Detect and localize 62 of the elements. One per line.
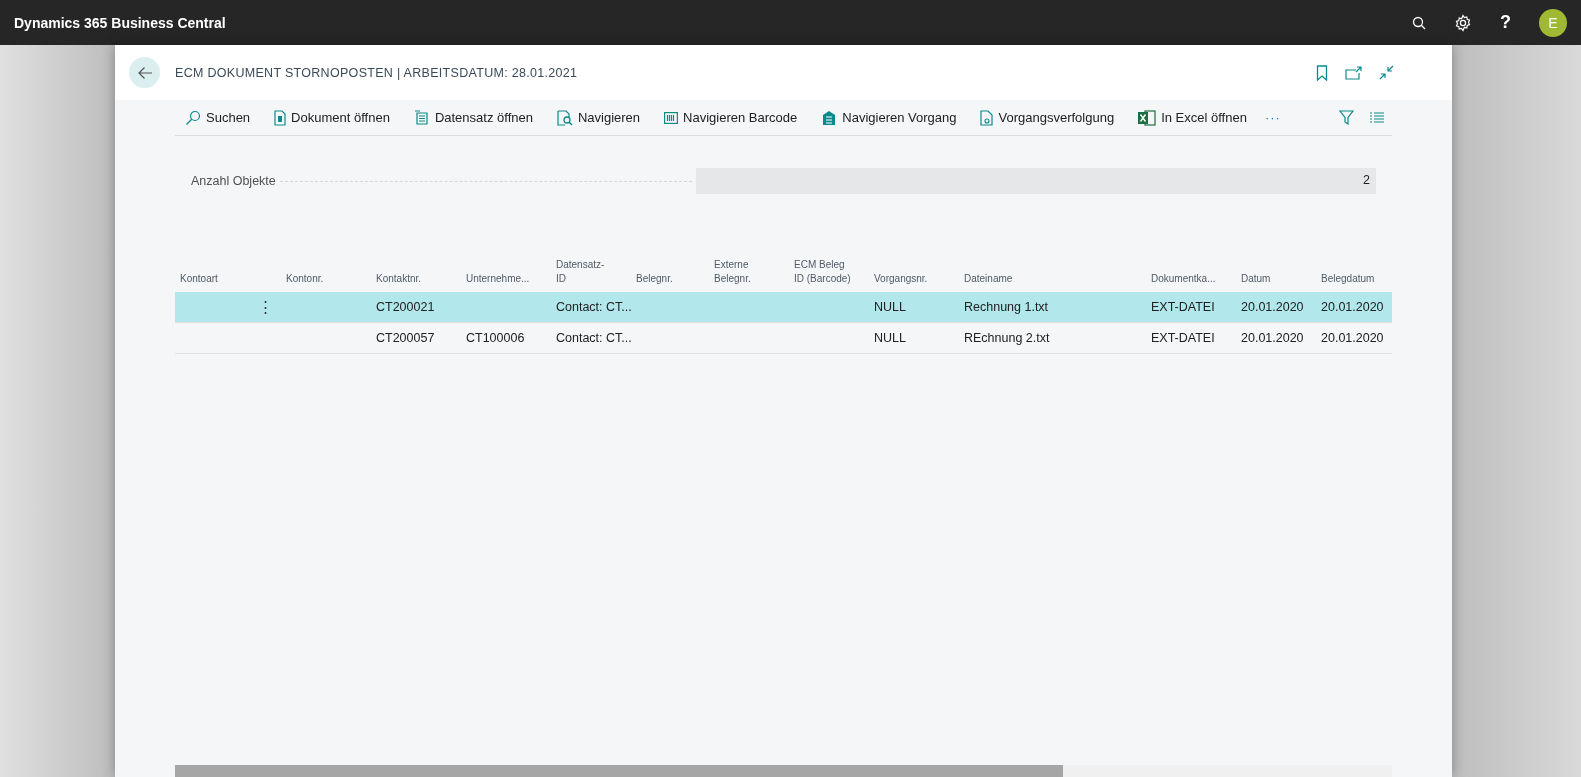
field-label: Anzahl Objekte bbox=[191, 174, 276, 188]
table-cell: REchnung 2.txt bbox=[964, 331, 1050, 345]
search-icon bbox=[185, 109, 201, 126]
document-search-icon bbox=[556, 109, 573, 126]
column-header[interactable]: Unternehme... bbox=[461, 272, 551, 286]
table-cell: Rechnung 1.txt bbox=[964, 300, 1049, 314]
table-cell: Contact: CT... bbox=[556, 300, 632, 314]
action-button[interactable]: Suchen bbox=[175, 109, 251, 126]
page-title: ECM DOKUMENT STORNOPOSTEN | ARBEITSDATUM: 28.01.2021 bbox=[175, 65, 579, 80]
document-icon bbox=[980, 109, 994, 126]
column-header[interactable]: Externe Belegnr. bbox=[709, 258, 789, 286]
action-button[interactable]: Datensatz öffnen bbox=[403, 109, 533, 126]
action-button[interactable]: Dokument öffnen bbox=[264, 109, 390, 126]
table-cell: CT200057 bbox=[376, 331, 435, 345]
help-button[interactable]: ? bbox=[1500, 12, 1511, 33]
column-header[interactable]: Kontonr. bbox=[281, 272, 371, 286]
barcode-icon bbox=[664, 111, 679, 124]
search-icon[interactable] bbox=[1412, 15, 1426, 30]
column-header[interactable]: Datensatz- ID bbox=[551, 258, 631, 286]
action-button[interactable]: In Excel öffnen bbox=[1128, 109, 1247, 126]
table-cell: 20.01.2020 bbox=[1321, 331, 1384, 345]
table-cell: CT100006 bbox=[466, 331, 525, 345]
table-row[interactable]: CT200057 CT100006 Contact: CT... NULL REchnung 2.txt EXT-DATEI 20.01.2020 20.01.2020 bbox=[175, 323, 1392, 354]
table-cell: 20.01.2020 bbox=[1241, 331, 1304, 345]
column-header[interactable]: Belegdatum bbox=[1316, 272, 1387, 286]
table-cell: 20.01.2020 bbox=[1321, 300, 1384, 314]
column-header[interactable]: Kontaktnr. bbox=[371, 272, 461, 286]
back-arrow-icon bbox=[136, 65, 153, 80]
column-header[interactable]: ECM Beleg ID (Barcode) bbox=[789, 258, 869, 286]
action-button[interactable]: Navigieren bbox=[546, 109, 641, 126]
table-cell: NULL bbox=[874, 300, 906, 314]
back-button[interactable] bbox=[129, 57, 160, 88]
table-cell: Contact: CT... bbox=[556, 331, 632, 345]
column-header[interactable]: Dokumentka... bbox=[1146, 272, 1236, 286]
app-title: Dynamics 365 Business Central bbox=[14, 14, 226, 31]
column-header[interactable]: Belegnr. bbox=[631, 272, 709, 286]
column-header[interactable]: Vorgangsnr. bbox=[869, 272, 959, 286]
horizontal-scrollbar[interactable] bbox=[175, 765, 1392, 777]
settings-icon[interactable] bbox=[1454, 13, 1472, 32]
table-cell: EXT-DATEI bbox=[1151, 300, 1215, 314]
action-button[interactable]: Vorgangsverfolgung bbox=[970, 109, 1115, 126]
more-actions-button[interactable]: ··· bbox=[1260, 110, 1285, 125]
collapse-icon[interactable] bbox=[1379, 65, 1394, 80]
open-in-new-window-icon[interactable] bbox=[1345, 65, 1362, 80]
table-cell: EXT-DATEI bbox=[1151, 331, 1215, 345]
filter-icon[interactable] bbox=[1339, 110, 1354, 125]
row-menu-button[interactable]: ⋮ bbox=[254, 298, 277, 316]
building-icon bbox=[821, 109, 838, 126]
action-button[interactable]: Navigieren Vorgang bbox=[811, 109, 957, 126]
document-icon bbox=[274, 109, 287, 126]
column-header[interactable]: Datum bbox=[1236, 272, 1316, 286]
column-header[interactable]: Kontoart bbox=[175, 272, 281, 286]
bookmark-icon[interactable] bbox=[1316, 64, 1328, 81]
table-cell: 20.01.2020 bbox=[1241, 300, 1304, 314]
table-row[interactable]: ⋮ CT200021 Contact: CT... NULL Rechnung 1.txt EXT-DATEI 20.01.2020 20.01.2020 bbox=[175, 292, 1392, 323]
column-header[interactable]: Dateiname bbox=[959, 272, 1146, 286]
table-cell: NULL bbox=[874, 331, 906, 345]
excel-icon bbox=[1138, 109, 1157, 126]
action-button[interactable]: Navigieren Barcode bbox=[654, 110, 798, 125]
table-cell: CT200021 bbox=[376, 300, 435, 314]
record-icon bbox=[413, 109, 430, 126]
count-field: 2 bbox=[695, 168, 1376, 194]
